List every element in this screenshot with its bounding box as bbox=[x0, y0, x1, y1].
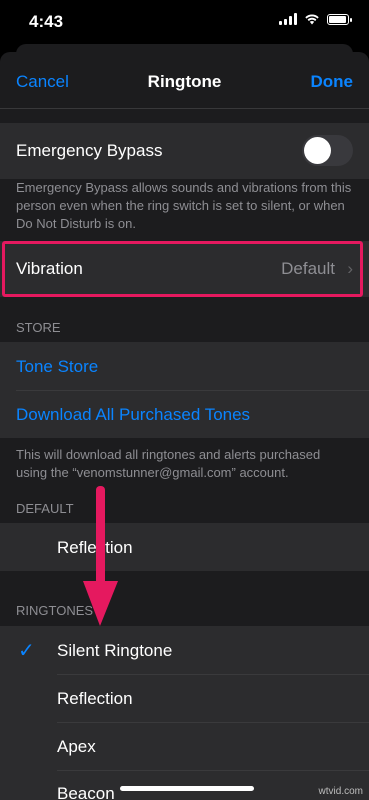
arrow-head bbox=[83, 581, 118, 626]
arrow-shaft bbox=[96, 486, 105, 586]
home-indicator[interactable] bbox=[120, 786, 254, 791]
annotation-arrow bbox=[83, 486, 118, 626]
watermark: wtvid.com bbox=[318, 786, 363, 797]
